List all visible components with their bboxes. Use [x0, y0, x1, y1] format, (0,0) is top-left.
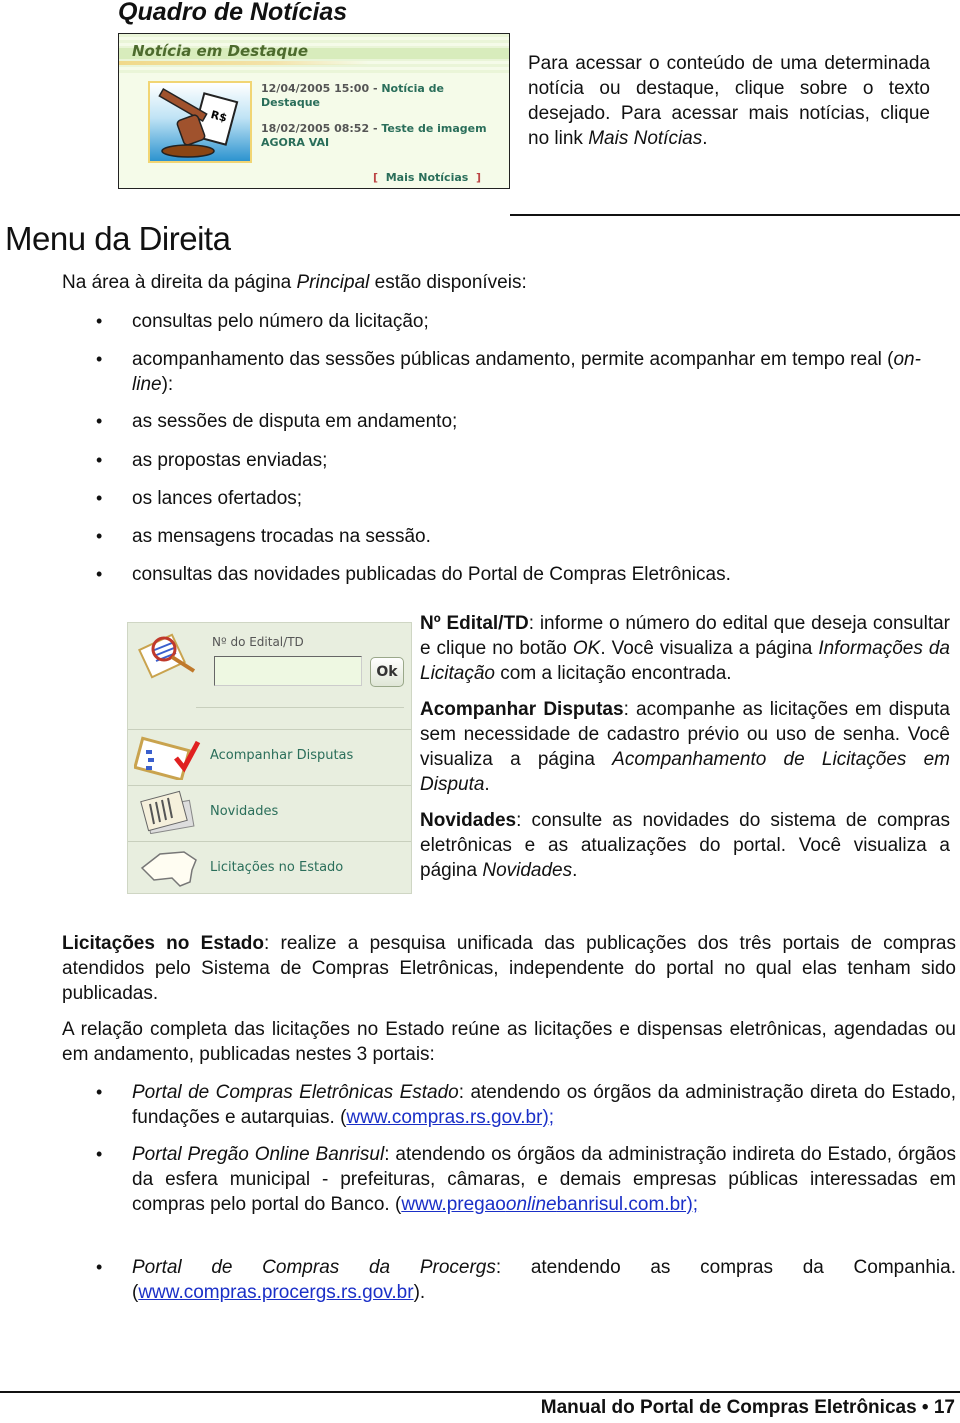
list-item: os lances ofertados; [96, 486, 302, 511]
list-item: as mensagens trocadas na sessão. [96, 524, 431, 549]
state-map-icon [134, 846, 204, 890]
intro-text: Na área à direita da página Principal es… [62, 272, 527, 293]
magnifier-document-icon [134, 631, 204, 679]
portal-item: Portal de Compras Eletrônicas Estado: at… [96, 1080, 956, 1130]
news-box-screenshot: Notícia em Destaque R$ 12/04/2005 15:00 … [118, 33, 510, 189]
right-menu-screenshot: Nº do Edital/TD Ok Acompanhar Disputas N… [127, 622, 412, 894]
menu-item-acompanhar-disputas[interactable]: Acompanhar Disputas [128, 729, 411, 786]
relacao-text: A relação completa das licitações no Est… [62, 1019, 956, 1065]
list-item: as sessões de disputa em andamento; [96, 409, 457, 434]
news-box-title: Notícia em Destaque [132, 42, 309, 60]
ok-button[interactable]: Ok [370, 657, 404, 687]
list-item: as propostas enviadas; [96, 448, 327, 473]
gavel-icon: R$ [148, 81, 252, 163]
page-footer: Manual do Portal de Compras Eletrônicas … [540, 1397, 955, 1418]
news-list: 12/04/2005 15:00 - Notícia de Destaque 1… [261, 82, 506, 162]
description-estado: Licitações no Estado: realize a pesquisa… [62, 933, 957, 1004]
news-title-underline [119, 61, 369, 65]
list-item: acompanhamento das sessões públicas anda… [96, 347, 956, 397]
portal-item: Portal de Compras da Procergs: atendendo… [96, 1255, 956, 1305]
portal-link[interactable]: www.pregaoonlinebanrisul.com.br); [401, 1194, 698, 1215]
description-novidades: Novidades: consulte as novidades do sist… [420, 810, 950, 881]
description-edital: Nº Edital/TD: informe o número do edital… [420, 613, 951, 684]
divider [510, 214, 960, 216]
menu-item-licitacoes-estado[interactable]: Licitações no Estado [128, 841, 411, 896]
menu-descriptions: Nº Edital/TD: informe o número do edital… [420, 611, 950, 894]
portal-link[interactable]: www.compras.rs.gov.br); [346, 1107, 554, 1128]
section-heading-menu: Menu da Direita [5, 220, 231, 257]
news-item[interactable]: 18/02/2005 08:52 - Teste de imagem AGORA… [261, 122, 506, 150]
edital-label: Nº do Edital/TD [212, 635, 304, 649]
more-news-link[interactable]: [ Mais Notícias ] [373, 171, 481, 184]
portal-item: Portal Pregão Online Banrisul: atendendo… [96, 1142, 956, 1217]
footer-divider [0, 1391, 960, 1393]
section-heading-quadro: Quadro de Notícias [118, 0, 348, 26]
checklist-icon [133, 736, 204, 782]
list-item: consultas pelo número da licitação; [96, 309, 429, 334]
list-item: consultas das novidades publicadas do Po… [96, 562, 731, 587]
menu-item-novidades[interactable]: Novidades [128, 785, 411, 842]
newspaper-icon [134, 790, 204, 835]
divider [196, 707, 404, 708]
news-item[interactable]: 12/04/2005 15:00 - Notícia de Destaque [261, 82, 506, 110]
edital-input[interactable] [214, 656, 362, 686]
news-description: Para acessar o conteúdo de uma determina… [528, 53, 930, 149]
portal-link[interactable]: www.compras.procergs.rs.gov.br [138, 1282, 413, 1303]
description-disputas: Acompanhar Disputas: acompanhe as licita… [420, 699, 951, 795]
